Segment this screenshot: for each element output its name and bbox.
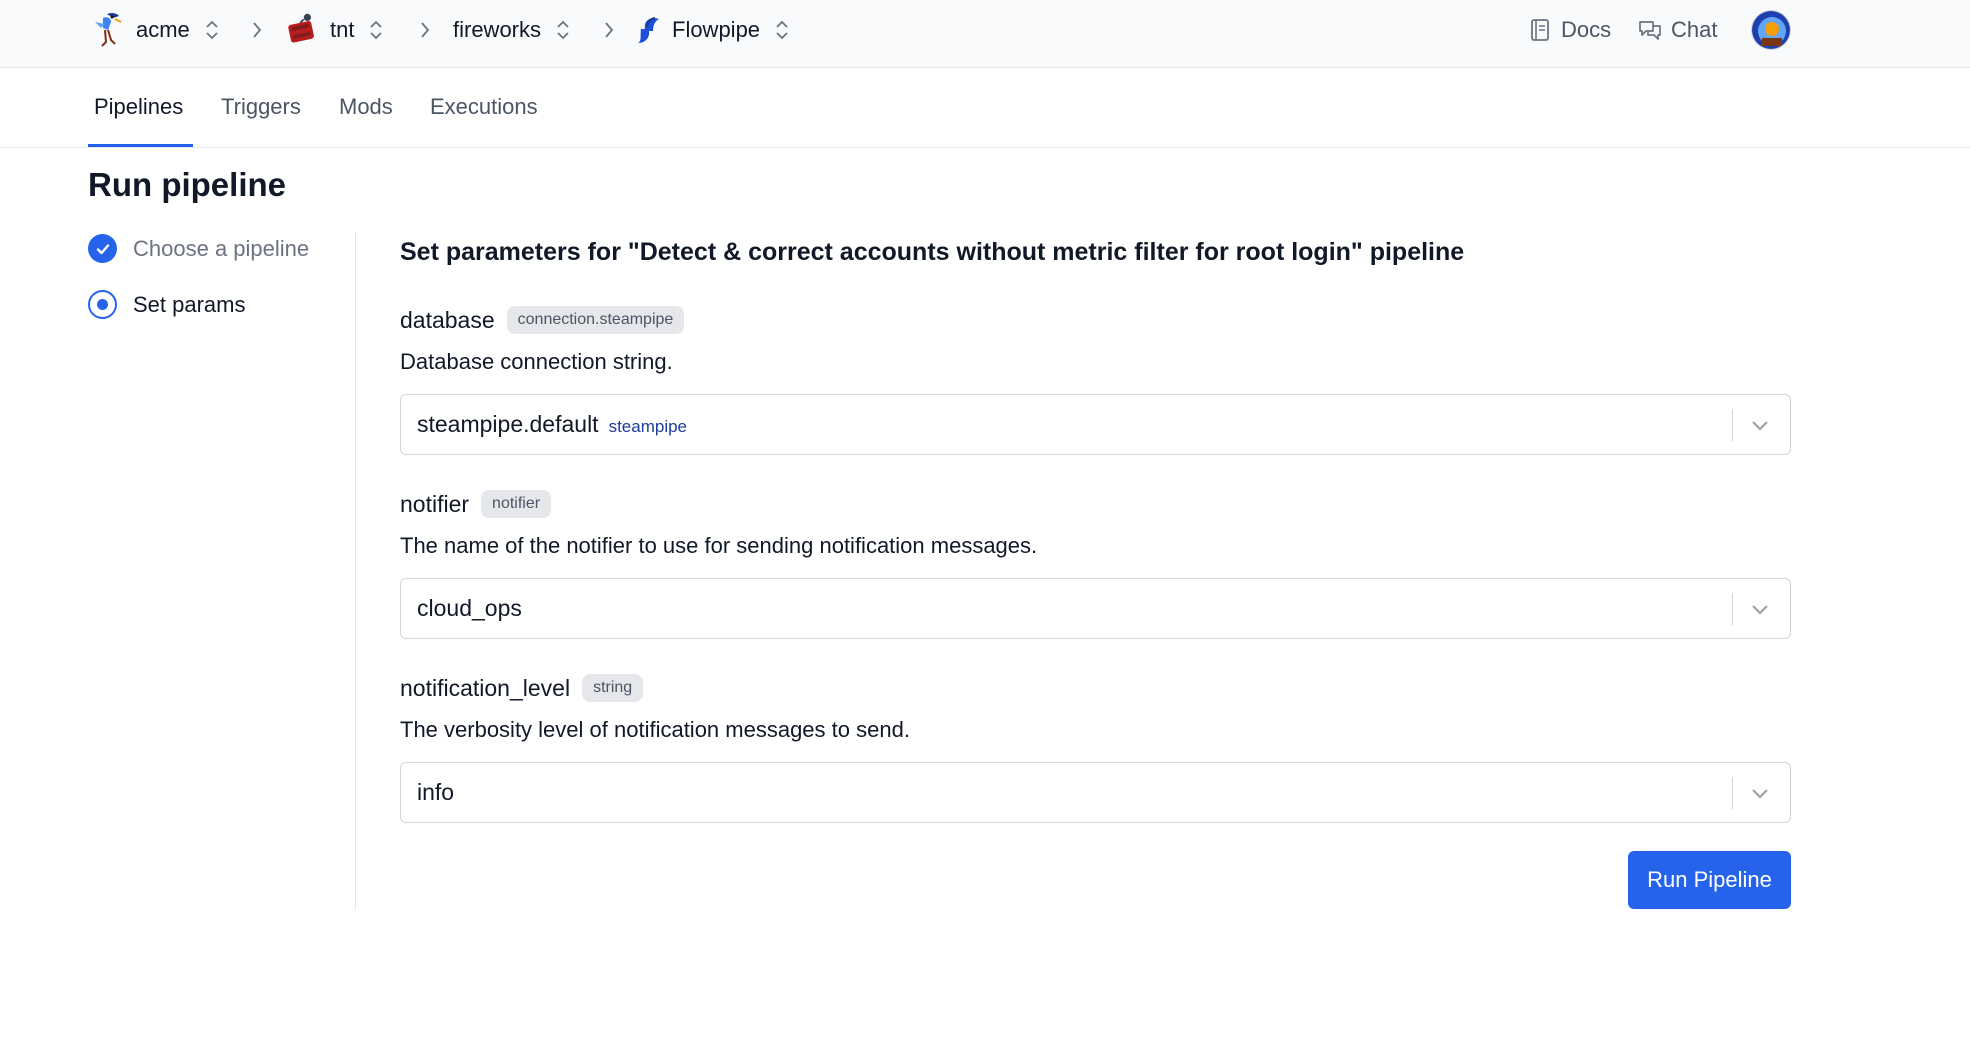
docs-link[interactable]: Docs bbox=[1527, 0, 1611, 60]
breadcrumb-workspace[interactable]: tnt bbox=[284, 0, 384, 60]
user-avatar[interactable] bbox=[1751, 10, 1791, 50]
param-type-badge: notifier bbox=[481, 490, 552, 518]
step-label: Set params bbox=[133, 291, 246, 317]
tab-executions[interactable]: Executions bbox=[430, 94, 538, 120]
chevron-up-down-icon[interactable] bbox=[204, 18, 220, 42]
notifier-select[interactable]: cloud_ops bbox=[400, 578, 1791, 639]
param-name: database bbox=[400, 306, 495, 333]
step-label: Choose a pipeline bbox=[133, 235, 310, 261]
chevron-down-icon[interactable] bbox=[1748, 413, 1772, 437]
tab-triggers[interactable]: Triggers bbox=[221, 94, 301, 120]
breadcrumb-label: acme bbox=[136, 17, 190, 42]
select-value-subtitle: steampipe bbox=[608, 417, 688, 436]
chevron-right-icon bbox=[605, 22, 614, 38]
tab-pipelines[interactable]: Pipelines bbox=[94, 94, 183, 120]
docs-label: Docs bbox=[1561, 17, 1612, 42]
check-circle-icon bbox=[88, 234, 117, 263]
param-label-notifier: notifier notifier bbox=[400, 490, 552, 518]
chevron-up-down-icon[interactable] bbox=[555, 18, 571, 42]
tab-mods[interactable]: Mods bbox=[339, 94, 393, 120]
database-select[interactable]: steampipe.default steampipe bbox=[400, 394, 1791, 455]
run-pipeline-button[interactable]: Run Pipeline bbox=[1628, 851, 1791, 909]
select-value: cloud_ops bbox=[417, 595, 522, 621]
book-icon bbox=[1531, 19, 1549, 41]
chevron-up-down-icon[interactable] bbox=[368, 18, 384, 42]
select-divider bbox=[1732, 593, 1733, 625]
chat-label: Chat bbox=[1671, 17, 1718, 42]
notification-level-select[interactable]: info bbox=[400, 762, 1791, 823]
chevron-right-icon bbox=[421, 22, 430, 38]
chat-link[interactable]: Chat bbox=[1637, 0, 1717, 60]
breadcrumb-label: tnt bbox=[330, 17, 355, 42]
param-name: notifier bbox=[400, 490, 470, 517]
param-type-badge: connection.steampipe bbox=[506, 306, 685, 334]
steps-divider bbox=[355, 232, 356, 910]
select-value-text: steampipe.default bbox=[417, 411, 599, 437]
param-description: The name of the notifier to use for send… bbox=[400, 533, 1038, 558]
chat-bubbles-icon bbox=[1639, 21, 1661, 40]
breadcrumb-product[interactable]: Flowpipe bbox=[634, 0, 790, 60]
select-divider bbox=[1732, 777, 1733, 809]
breadcrumb-label: Flowpipe bbox=[672, 17, 761, 42]
step-set-params[interactable]: Set params bbox=[88, 290, 246, 319]
step-choose-pipeline[interactable]: Choose a pipeline bbox=[88, 234, 309, 263]
chevron-down-icon[interactable] bbox=[1748, 781, 1772, 805]
current-step-radio-icon bbox=[88, 290, 117, 319]
breadcrumb-org[interactable]: acme bbox=[90, 0, 220, 60]
active-tab-indicator bbox=[88, 144, 193, 147]
roadrunner-logo-icon bbox=[90, 10, 126, 50]
param-label-database: database connection.steampipe bbox=[400, 306, 685, 334]
chevron-down-icon[interactable] bbox=[1748, 597, 1772, 621]
breadcrumb-label: fireworks bbox=[453, 17, 542, 42]
param-name: notification_level bbox=[400, 674, 571, 701]
flowpipe-logo-icon bbox=[634, 10, 662, 50]
tnt-crate-logo-icon bbox=[284, 10, 320, 50]
param-description: The verbosity level of notification mess… bbox=[400, 717, 910, 742]
chevron-up-down-icon[interactable] bbox=[774, 18, 790, 42]
param-type-badge: string bbox=[582, 674, 644, 702]
tab-bar: Pipelines Triggers Mods Executions bbox=[0, 68, 1970, 148]
select-value: info bbox=[417, 779, 455, 805]
param-description: Database connection string. bbox=[400, 349, 673, 374]
chevron-right-icon bbox=[253, 22, 262, 38]
select-value: steampipe.default steampipe bbox=[417, 411, 687, 438]
top-navigation-bar: acme tnt fireworks Flowpipe Docs Chat bbox=[0, 0, 1970, 68]
breadcrumb-project[interactable]: fireworks bbox=[443, 0, 571, 60]
page-title: Run pipeline bbox=[88, 166, 286, 203]
select-divider bbox=[1732, 409, 1733, 441]
param-label-notification-level: notification_level string bbox=[400, 674, 644, 702]
form-heading: Set parameters for "Detect & correct acc… bbox=[400, 238, 1465, 266]
